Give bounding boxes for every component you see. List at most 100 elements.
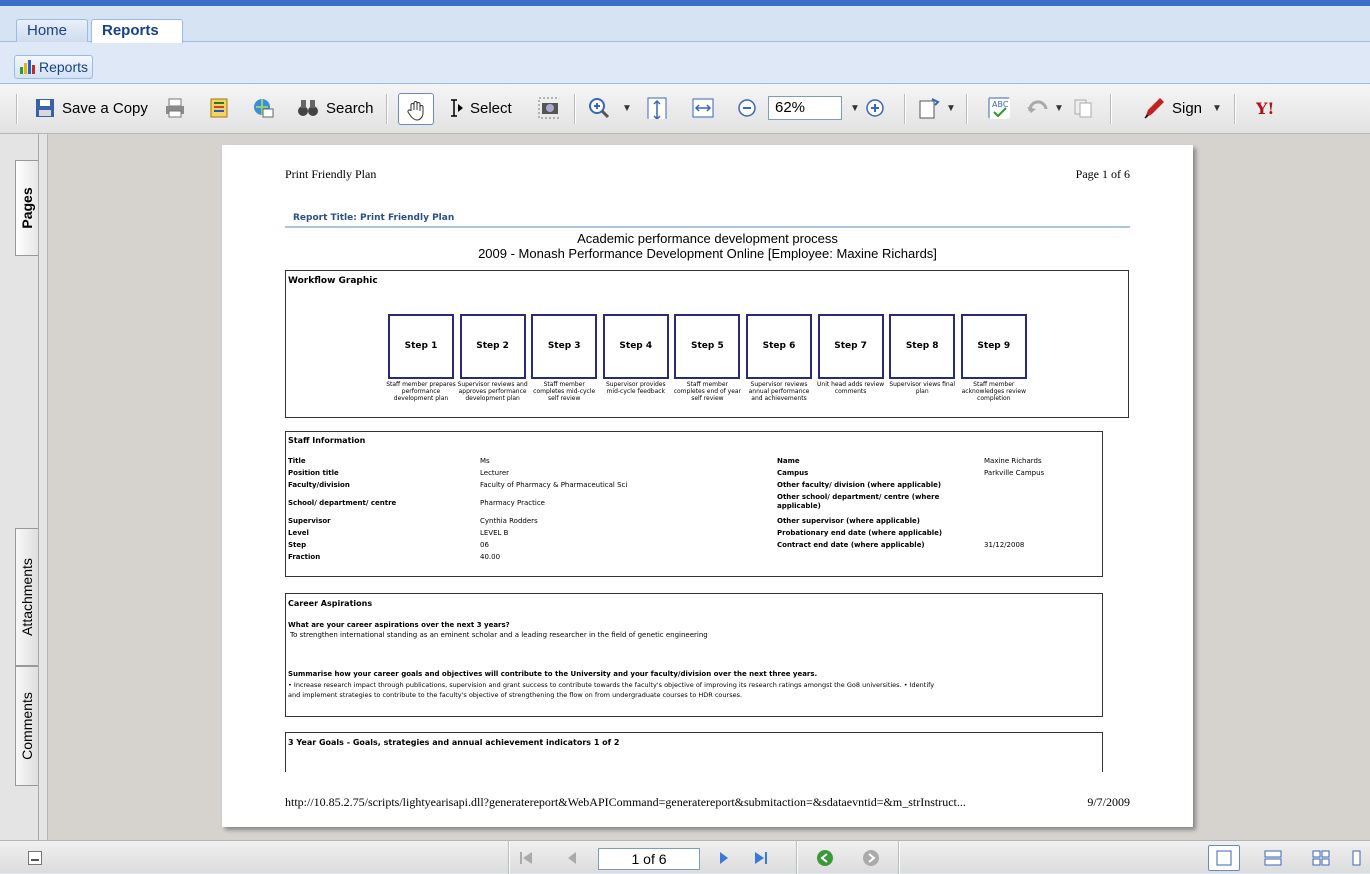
workflow-step-description: Unit head adds review comments xyxy=(817,381,885,395)
pages-panel-tab[interactable]: Pages xyxy=(15,160,39,256)
toolbar-separator xyxy=(16,94,18,124)
staff-field-label: Other faculty/ division (where applicabl… xyxy=(777,481,942,489)
page-layout-dropdown-arrow[interactable]: ▼ xyxy=(946,97,956,121)
staff-field-value: Maxine Richards xyxy=(984,457,1042,465)
search-button[interactable]: Search xyxy=(326,96,374,122)
workflow-title: Workflow Graphic xyxy=(288,276,378,286)
staff-field-label: Position title xyxy=(288,469,339,477)
staff-info-box xyxy=(285,431,1103,577)
workflow-step-description: Staff member completes mid-cycle self re… xyxy=(533,381,596,402)
next-page-icon[interactable] xyxy=(716,850,732,866)
fit-height-icon[interactable] xyxy=(646,97,668,119)
save-icon[interactable] xyxy=(34,97,56,119)
select-button[interactable]: Select xyxy=(470,96,512,122)
workflow-step-description: Staff member prepares performance develo… xyxy=(386,381,456,402)
sign-button[interactable]: Sign xyxy=(1172,96,1202,122)
tab-reports[interactable]: Reports xyxy=(91,19,183,43)
report-title-rule xyxy=(285,226,1130,228)
comments-panel-tab[interactable]: Comments xyxy=(15,666,39,786)
staff-field-value: Pharmacy Practice xyxy=(480,499,545,507)
tab-home[interactable]: Home xyxy=(16,19,88,42)
facing-view-icon[interactable] xyxy=(1312,850,1330,866)
staff-field-value: 06 xyxy=(480,541,489,549)
yahoo-icon[interactable]: Y! xyxy=(1256,97,1278,119)
pen-sign-icon[interactable] xyxy=(1142,97,1164,119)
back-view-icon[interactable] xyxy=(816,849,834,867)
workflow-step-description: Supervisor reviews and approves performa… xyxy=(457,381,528,402)
reports-button[interactable]: Reports xyxy=(14,55,94,79)
forward-view-icon[interactable] xyxy=(862,849,880,867)
continuous-view-icon[interactable] xyxy=(1264,850,1282,866)
report-heading-2: 2009 - Monash Performance Development On… xyxy=(478,246,937,261)
staff-field-label: Supervisor xyxy=(288,517,331,525)
page-number-input[interactable]: 1 of 6 xyxy=(598,848,700,870)
document-icon[interactable] xyxy=(208,97,230,119)
single-page-view-button[interactable] xyxy=(1208,845,1240,871)
attachments-tab-label: Attachments xyxy=(19,558,35,636)
attachments-panel-tab[interactable]: Attachments xyxy=(15,528,39,666)
career-answer-2a: • Increase research impact through publi… xyxy=(288,681,935,689)
zoom-out-icon[interactable] xyxy=(736,97,758,119)
fit-width-icon[interactable] xyxy=(692,97,714,119)
app-tab-bar: Home Reports xyxy=(0,6,1370,43)
staff-field-label: Step xyxy=(288,541,307,549)
previous-page-icon[interactable] xyxy=(564,850,580,866)
page-layout-icon[interactable] xyxy=(918,97,940,119)
career-answer-2b: and implement strategies to contribute t… xyxy=(288,691,743,699)
workflow-step-box: Step 9 xyxy=(960,314,1027,379)
status-separator xyxy=(508,841,510,874)
career-question-2: Summarise how your career goals and obje… xyxy=(288,670,818,678)
goals-title: 3 Year Goals - Goals, strategies and ann… xyxy=(288,738,620,747)
text-cursor-icon[interactable] xyxy=(446,97,468,119)
navigation-sidebar: Pages Attachments Comments xyxy=(0,134,48,840)
first-page-icon[interactable] xyxy=(518,850,536,866)
staff-field-value: Lecturer xyxy=(480,469,510,477)
spell-check-icon[interactable]: ABC xyxy=(988,97,1010,119)
workflow-step-description: Supervisor reviews annual performance an… xyxy=(748,381,810,402)
workflow-step-description: Staff member acknowledges review complet… xyxy=(961,381,1026,402)
sidebar-divider[interactable] xyxy=(38,134,39,840)
workflow-step-description: Supervisor views final plan xyxy=(889,381,956,395)
staff-field-value: LEVEL B xyxy=(480,529,509,537)
last-page-icon[interactable] xyxy=(752,850,770,866)
page-header-number: Page 1 of 6 xyxy=(1075,167,1130,181)
workflow-step-description: Supervisor provides mid-cycle feedback xyxy=(605,381,666,395)
reports-bar: Reports xyxy=(0,50,1370,84)
staff-field-value: 40.00 xyxy=(480,553,501,561)
workflow-step-box: Step 7 xyxy=(817,314,884,379)
toolbar-separator xyxy=(1110,94,1112,124)
workflow-step-description: Staff member completes end of year self … xyxy=(673,381,742,402)
zoom-tool-dropdown-arrow[interactable]: ▼ xyxy=(622,97,632,121)
svg-text:ABC: ABC xyxy=(992,100,1009,109)
zoom-in-icon[interactable] xyxy=(864,97,886,119)
staff-field-label: Other supervisor (where applicable) xyxy=(777,517,920,525)
hand-tool-button[interactable] xyxy=(398,93,434,125)
zoom-in-magnifier-icon[interactable] xyxy=(588,97,610,119)
toolbar-separator xyxy=(1234,94,1236,124)
comments-tab-label: Comments xyxy=(19,692,35,760)
cover-view-icon[interactable] xyxy=(1352,850,1370,866)
print-icon[interactable] xyxy=(164,97,186,119)
collapse-panel-icon[interactable] xyxy=(28,851,42,865)
page-footer-date: 9/7/2009 xyxy=(1087,795,1130,809)
undo-icon[interactable] xyxy=(1026,97,1048,119)
copy-icon[interactable] xyxy=(1072,97,1094,119)
staff-field-label: Other school/ department/ centre (where … xyxy=(777,493,940,510)
binoculars-icon[interactable] xyxy=(297,97,319,119)
zoom-level-input[interactable]: 62% xyxy=(768,96,842,120)
staff-field-label: School/ department/ centre xyxy=(288,499,397,507)
undo-dropdown-arrow[interactable]: ▼ xyxy=(1054,97,1064,121)
career-answer-1: To strengthen international standing as … xyxy=(290,631,708,639)
staff-field-label: Level xyxy=(288,529,309,537)
hand-icon xyxy=(407,101,424,121)
snapshot-icon[interactable] xyxy=(538,97,560,119)
email-globe-icon[interactable] xyxy=(252,97,274,119)
workflow-step-box: Step 2 xyxy=(459,314,526,379)
workflow-step-box: Step 4 xyxy=(602,314,669,379)
sign-dropdown-arrow[interactable]: ▼ xyxy=(1212,97,1222,121)
staff-field-label: Name xyxy=(777,457,800,465)
toolbar-separator xyxy=(966,94,968,124)
save-copy-button[interactable]: Save a Copy xyxy=(62,96,148,122)
report-title: Report Title: Print Friendly Plan xyxy=(293,213,455,223)
zoom-level-dropdown-arrow[interactable]: ▼ xyxy=(850,97,860,121)
